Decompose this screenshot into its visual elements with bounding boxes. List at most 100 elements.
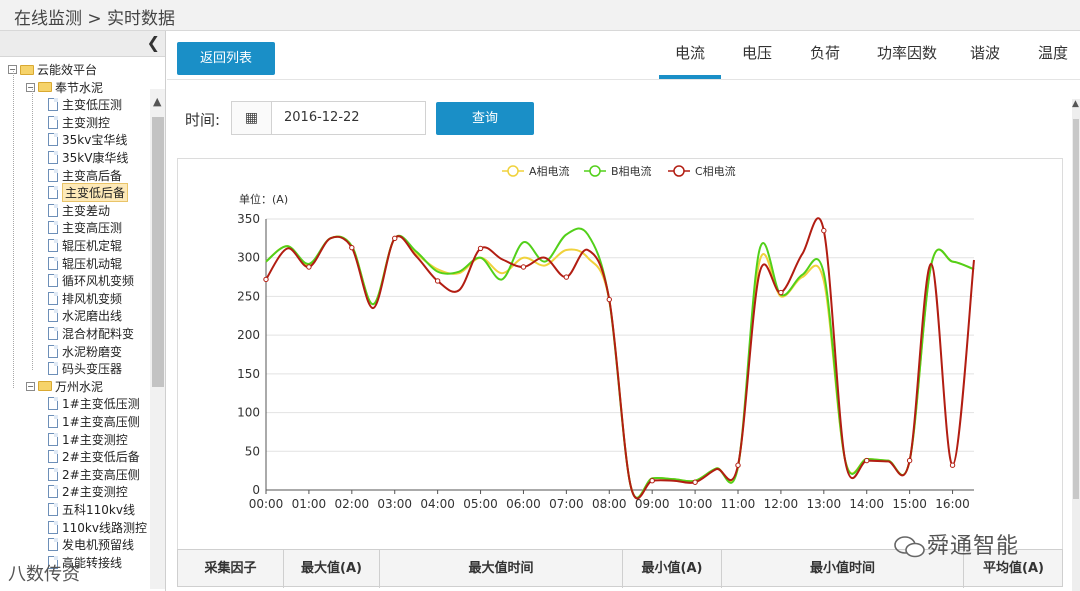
tab-temperature[interactable]: 温度 (1027, 39, 1079, 79)
tree-node[interactable]: 五科110kv线 (48, 501, 135, 518)
tree-node-label[interactable]: 2#主变高压侧 (62, 466, 140, 483)
tree-node-label[interactable]: 1#主变测控 (62, 431, 128, 448)
main-scrollbar[interactable]: ▲ (1072, 99, 1080, 591)
tree-node[interactable]: 35kv宝华线 (48, 131, 127, 148)
tree-node[interactable]: 2#主变高压侧 (48, 466, 140, 483)
col-min: 最小值(A) (623, 550, 722, 588)
tab-load[interactable]: 负荷 (797, 39, 853, 79)
tree-node-label[interactable]: 110kv线路测控 (62, 519, 147, 536)
time-label: 时间: (185, 111, 221, 129)
scroll-up-icon[interactable]: ▲ (153, 95, 161, 108)
tree-node-label[interactable]: 排风机变频 (62, 290, 122, 307)
sidebar-scrollbar[interactable]: ▲ (150, 89, 165, 589)
tree-node[interactable]: 辊压机定辊 (48, 237, 122, 254)
tree-node[interactable]: 110kv线路测控 (48, 519, 147, 536)
sidebar-collapse-bar[interactable]: ❮ (0, 31, 165, 57)
tree-node[interactable]: 1#主变低压测 (48, 395, 140, 412)
tree-node-label[interactable]: 2#主变低后备 (62, 448, 140, 465)
data-point (349, 244, 355, 251)
document-icon (48, 274, 58, 288)
x-tick-label: 01:00 (292, 497, 327, 511)
tree-node[interactable]: 主变高压测 (48, 219, 122, 236)
tree-node[interactable]: 主变测控 (48, 114, 110, 131)
x-tick-label: 16:00 (935, 497, 970, 511)
x-tick-label: 07:00 (549, 497, 584, 511)
tree-node[interactable]: − 奉节水泥 (26, 79, 103, 96)
tree-node-label[interactable]: 混合材配料变 (62, 325, 134, 342)
sidebar-scroll-thumb[interactable] (152, 117, 164, 387)
document-icon (48, 520, 58, 534)
main-scroll-thumb[interactable] (1073, 119, 1079, 499)
tree-node[interactable]: 混合材配料变 (48, 325, 134, 342)
back-to-list-button[interactable]: 返回列表 (177, 42, 275, 75)
tree-node-label[interactable]: 35kV康华线 (62, 149, 128, 166)
tree-node-label[interactable]: 奉节水泥 (55, 79, 103, 96)
date-field[interactable]: ▦ 2016-12-22 (231, 101, 426, 135)
tree-node[interactable]: 主变低后备 (48, 183, 129, 203)
tree-node-label[interactable]: 35kv宝华线 (62, 131, 127, 148)
tree-node-label[interactable]: 辊压机动辊 (62, 255, 122, 272)
query-button[interactable]: 查询 (436, 102, 534, 135)
collapse-toggle-icon[interactable]: − (26, 82, 35, 92)
data-point (864, 457, 870, 464)
tree-node-label[interactable]: 主变高压测 (62, 219, 122, 236)
breadcrumb: 在线监测 > 实时数据 (14, 9, 176, 29)
tree-node-label[interactable]: 辊压机定辊 (62, 237, 122, 254)
tree-node-label[interactable]: 发电机预留线 (62, 536, 134, 553)
tree-node-label[interactable]: 主变低压测 (62, 96, 122, 113)
tree-node[interactable]: − 万州水泥 (26, 378, 103, 395)
data-point (821, 227, 827, 234)
tree-node[interactable]: 水泥粉磨变 (48, 343, 122, 360)
legend-label: C相电流 (695, 164, 736, 178)
tree-node-label[interactable]: 主变差动 (62, 202, 110, 219)
tree-node-label[interactable]: 五科110kv线 (62, 501, 135, 518)
tree-node[interactable]: 码头变压器 (48, 360, 122, 377)
tree-node[interactable]: 主变差动 (48, 202, 110, 219)
tree-node-label[interactable]: 主变低后备 (62, 183, 129, 203)
y-tick-label: 250 (237, 289, 260, 303)
tree-node-label[interactable]: 2#主变测控 (62, 483, 128, 500)
tree-node[interactable]: 主变低压测 (48, 96, 122, 113)
tree-node[interactable]: 主变高后备 (48, 167, 122, 184)
document-icon (48, 291, 58, 305)
legend-marker (589, 165, 601, 177)
tree-node-label[interactable]: 码头变压器 (62, 360, 122, 377)
unit-label: 单位：(A) (239, 192, 288, 206)
y-tick-label: 150 (237, 367, 260, 381)
scroll-up-icon[interactable]: ▲ (1072, 99, 1079, 109)
tree-node[interactable]: 水泥磨出线 (48, 307, 122, 324)
tree-node-label[interactable]: 主变测控 (62, 114, 110, 131)
series-line (265, 227, 975, 499)
chevron-left-icon[interactable]: ❮ (147, 33, 160, 52)
tree-node-label[interactable]: 云能效平台 (37, 61, 97, 78)
tree-node[interactable]: 辊压机动辊 (48, 255, 122, 272)
y-tick-label: 100 (237, 406, 260, 420)
calendar-icon[interactable]: ▦ (232, 102, 272, 134)
tree-node[interactable]: 1#主变测控 (48, 431, 128, 448)
tab-power-factor[interactable]: 功率因数 (867, 39, 947, 79)
tree-node-label[interactable]: 1#主变低压测 (62, 395, 140, 412)
tree-node[interactable]: 35kV康华线 (48, 149, 128, 166)
tab-voltage[interactable]: 电压 (731, 39, 783, 79)
tree-node-label[interactable]: 循环风机变频 (62, 272, 134, 289)
tree-node-label[interactable]: 水泥粉磨变 (62, 343, 122, 360)
collapse-toggle-icon[interactable]: − (26, 381, 35, 391)
tree-node[interactable]: − 云能效平台 (8, 61, 97, 78)
tree-node[interactable]: 2#主变低后备 (48, 448, 140, 465)
date-value[interactable]: 2016-12-22 (284, 110, 360, 125)
tree-node[interactable]: 排风机变频 (48, 290, 122, 307)
document-icon (48, 344, 58, 358)
tree-node[interactable]: 2#主变测控 (48, 483, 128, 500)
document-icon (48, 467, 58, 481)
tree-node[interactable]: 循环风机变频 (48, 272, 134, 289)
document-icon (48, 415, 58, 428)
tree-node-label[interactable]: 万州水泥 (55, 378, 103, 395)
tree-node-label[interactable]: 主变高后备 (62, 167, 122, 184)
tree-node[interactable]: 发电机预留线 (48, 536, 134, 553)
tab-current[interactable]: 电流 (659, 39, 721, 79)
tree-node[interactable]: 1#主变高压侧 (48, 413, 140, 430)
data-point (477, 245, 484, 252)
tree-node-label[interactable]: 1#主变高压侧 (62, 413, 140, 430)
tree-node-label[interactable]: 水泥磨出线 (62, 307, 122, 324)
tab-harmonic[interactable]: 谐波 (959, 39, 1011, 79)
